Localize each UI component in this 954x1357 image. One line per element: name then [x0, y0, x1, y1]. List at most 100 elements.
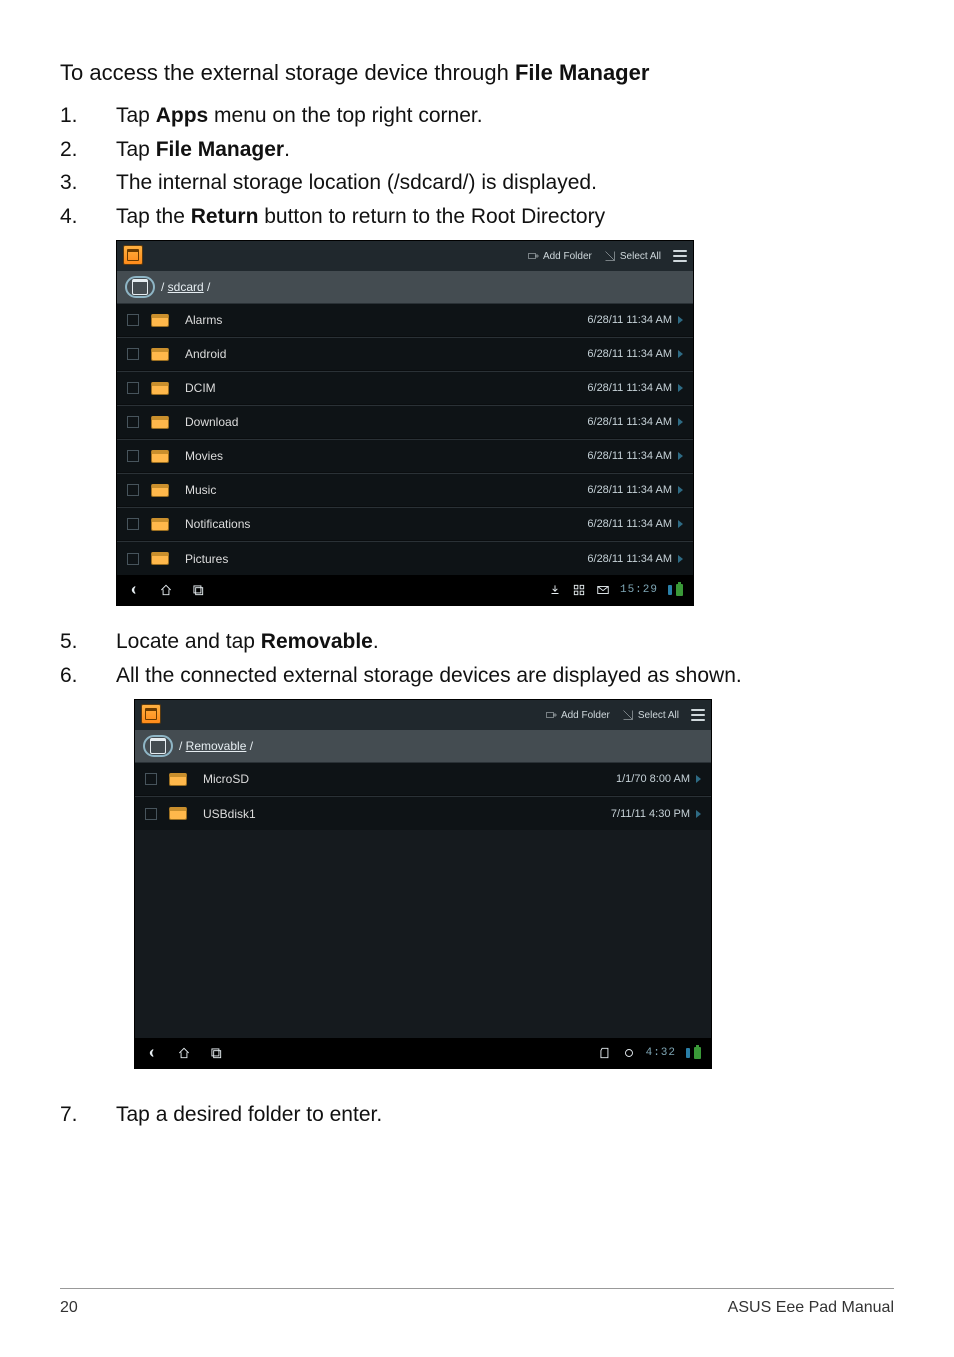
path-segment[interactable]: Removable: [186, 739, 247, 753]
folder-icon: [169, 807, 187, 820]
checkbox-icon[interactable]: [145, 773, 157, 785]
back-icon[interactable]: [145, 1046, 159, 1060]
step-3: 3.The internal storage location (/sdcard…: [60, 167, 894, 199]
mail-icon: [596, 583, 610, 597]
folder-icon: [151, 416, 169, 429]
select-all-label: Select All: [638, 710, 679, 721]
folder-name: Music: [185, 483, 587, 497]
add-folder-label: Add Folder: [543, 251, 592, 262]
home-icon[interactable]: [177, 1046, 191, 1060]
recents-icon[interactable]: [191, 583, 205, 597]
checkbox-icon[interactable]: [127, 314, 139, 326]
checkbox-icon[interactable]: [145, 808, 157, 820]
chevron-right-icon: [678, 350, 683, 358]
file-manager-app-icon[interactable]: [123, 245, 143, 265]
list-item[interactable]: Notifications6/28/11 11:34 AM: [117, 507, 693, 541]
recents-icon[interactable]: [209, 1046, 223, 1060]
path-segment[interactable]: sdcard: [168, 280, 204, 294]
step-num: 3.: [60, 167, 116, 199]
sync-icon: [622, 1046, 636, 1060]
list-item[interactable]: DCIM6/28/11 11:34 AM: [117, 371, 693, 405]
folder-time: 6/28/11 11:34 AM: [587, 348, 672, 360]
list-item[interactable]: MicroSD1/1/70 8:00 AM: [135, 762, 711, 796]
folder-name: DCIM: [185, 381, 587, 395]
steps-list-a: 1.Tap Apps menu on the top right corner.…: [60, 100, 894, 234]
list-item[interactable]: Android6/28/11 11:34 AM: [117, 337, 693, 371]
fm-topbar: Add Folder Select All: [135, 700, 711, 730]
folder-name: Notifications: [185, 517, 587, 531]
step-num: 5.: [60, 626, 116, 658]
clock-text: 15:29: [620, 584, 658, 596]
path-text: / Removable /: [179, 739, 253, 753]
folder-list: Alarms6/28/11 11:34 AM Android6/28/11 11…: [117, 303, 693, 575]
folder-time: 6/28/11 11:34 AM: [587, 416, 672, 428]
folder-name: Pictures: [185, 552, 587, 566]
folder-icon: [151, 518, 169, 531]
checkbox-icon[interactable]: [127, 348, 139, 360]
list-item[interactable]: Pictures6/28/11 11:34 AM: [117, 541, 693, 575]
folder-time: 6/28/11 11:34 AM: [587, 484, 672, 496]
chevron-right-icon: [678, 555, 683, 563]
screenshot-removable: Add Folder Select All / Removable / Micr…: [134, 699, 712, 1069]
folder-time: 6/28/11 11:34 AM: [587, 553, 672, 565]
back-icon[interactable]: [127, 583, 141, 597]
step-7: 7.Tap a desired folder to enter.: [60, 1099, 894, 1131]
checkbox-icon[interactable]: [127, 553, 139, 565]
chevron-right-icon: [678, 316, 683, 324]
checkbox-icon[interactable]: [127, 450, 139, 462]
add-folder-label: Add Folder: [561, 710, 610, 721]
list-item[interactable]: Download6/28/11 11:34 AM: [117, 405, 693, 439]
list-item[interactable]: Movies6/28/11 11:34 AM: [117, 439, 693, 473]
folder-icon: [169, 773, 187, 786]
select-all-label: Select All: [620, 251, 661, 262]
step-num: 1.: [60, 100, 116, 132]
path-bar: / sdcard /: [117, 271, 693, 303]
folder-name: Alarms: [185, 313, 587, 327]
home-icon[interactable]: [159, 583, 173, 597]
download-icon: [548, 583, 562, 597]
checkbox-icon[interactable]: [127, 484, 139, 496]
list-item[interactable]: USBdisk17/11/11 4:30 PM: [135, 796, 711, 830]
clock-text: 4:32: [646, 1047, 676, 1059]
return-button[interactable]: [125, 276, 155, 298]
battery-icon: [676, 584, 683, 596]
step-num: 6.: [60, 660, 116, 692]
list-item[interactable]: Alarms6/28/11 11:34 AM: [117, 303, 693, 337]
folder-name: Android: [185, 347, 587, 361]
folder-icon: [151, 348, 169, 361]
checkbox-icon[interactable]: [127, 416, 139, 428]
file-manager-app-icon[interactable]: [141, 704, 161, 724]
folder-icon: [151, 484, 169, 497]
folder-icon: [151, 382, 169, 395]
checkbox-icon[interactable]: [127, 382, 139, 394]
return-button[interactable]: [143, 735, 173, 757]
intro-text: To access the external storage device th…: [60, 60, 515, 85]
checkbox-icon[interactable]: [127, 518, 139, 530]
intro-bold: File Manager: [515, 60, 649, 85]
list-item[interactable]: Music6/28/11 11:34 AM: [117, 473, 693, 507]
step-1: 1.Tap Apps menu on the top right corner.: [60, 100, 894, 132]
select-all-button[interactable]: Select All: [604, 250, 661, 262]
folder-time: 6/28/11 11:34 AM: [587, 518, 672, 530]
select-all-button[interactable]: Select All: [622, 709, 679, 721]
folder-time: 6/28/11 11:34 AM: [587, 314, 672, 326]
step-num: 7.: [60, 1099, 116, 1131]
chevron-right-icon: [696, 810, 701, 818]
folder-icon: [151, 450, 169, 463]
sd-card-icon: [598, 1046, 612, 1060]
overflow-menu-icon[interactable]: [691, 709, 705, 721]
folder-time: 6/28/11 11:34 AM: [587, 450, 672, 462]
add-folder-button[interactable]: Add Folder: [527, 250, 592, 262]
status-icons: [668, 584, 683, 596]
chevron-right-icon: [678, 520, 683, 528]
chevron-right-icon: [678, 452, 683, 460]
add-folder-button[interactable]: Add Folder: [545, 709, 610, 721]
folder-name: Movies: [185, 449, 587, 463]
path-text: / sdcard /: [161, 280, 210, 294]
empty-area: [135, 830, 711, 1038]
android-navbar: 15:29: [117, 575, 693, 605]
overflow-menu-icon[interactable]: [673, 250, 687, 262]
chevron-right-icon: [678, 384, 683, 392]
step-num: 4.: [60, 201, 116, 233]
folder-name: Download: [185, 415, 587, 429]
